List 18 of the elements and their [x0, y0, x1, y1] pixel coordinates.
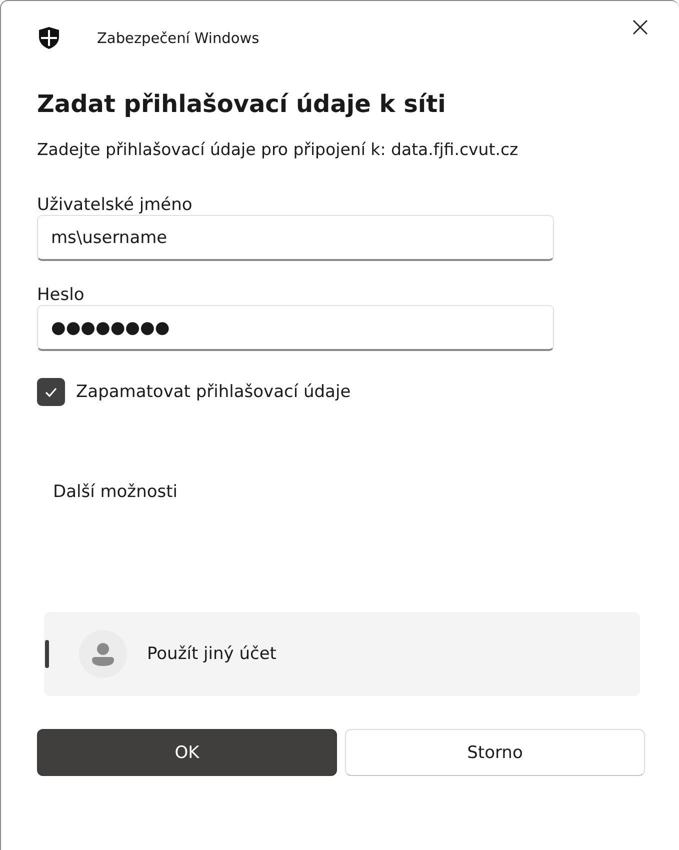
- shield-icon: [37, 26, 61, 50]
- dialog-heading: Zadat přihlašovací údaje k síti: [37, 90, 447, 118]
- field-label: Uživatelské jméno: [37, 195, 194, 215]
- cancel-button[interactable]: Storno: [345, 729, 645, 776]
- person-icon: [79, 630, 127, 678]
- account-option[interactable]: Použít jiný účet: [44, 612, 640, 696]
- more-options-link[interactable]: Další možnosti: [53, 482, 178, 502]
- close-button[interactable]: ×: [622, 13, 658, 41]
- input-field[interactable]: ●●●●●●●●: [37, 305, 554, 351]
- ok-button[interactable]: OK: [37, 729, 337, 776]
- selection-indicator: [45, 640, 49, 668]
- field-label: Heslo: [37, 285, 86, 305]
- account-label: Použít jiný účet: [147, 644, 276, 664]
- window-title: Zabezpečení Windows: [97, 31, 260, 47]
- dialog-description: Zadejte přihlašovací údaje pro připojení k: data.fjfi.cvut.cz: [37, 140, 520, 159]
- checkbox-label[interactable]: Zapamatovat přihlašovací údaje: [76, 382, 351, 402]
- checkbox[interactable]: [37, 378, 65, 406]
- input-field[interactable]: ms\username: [37, 215, 554, 261]
